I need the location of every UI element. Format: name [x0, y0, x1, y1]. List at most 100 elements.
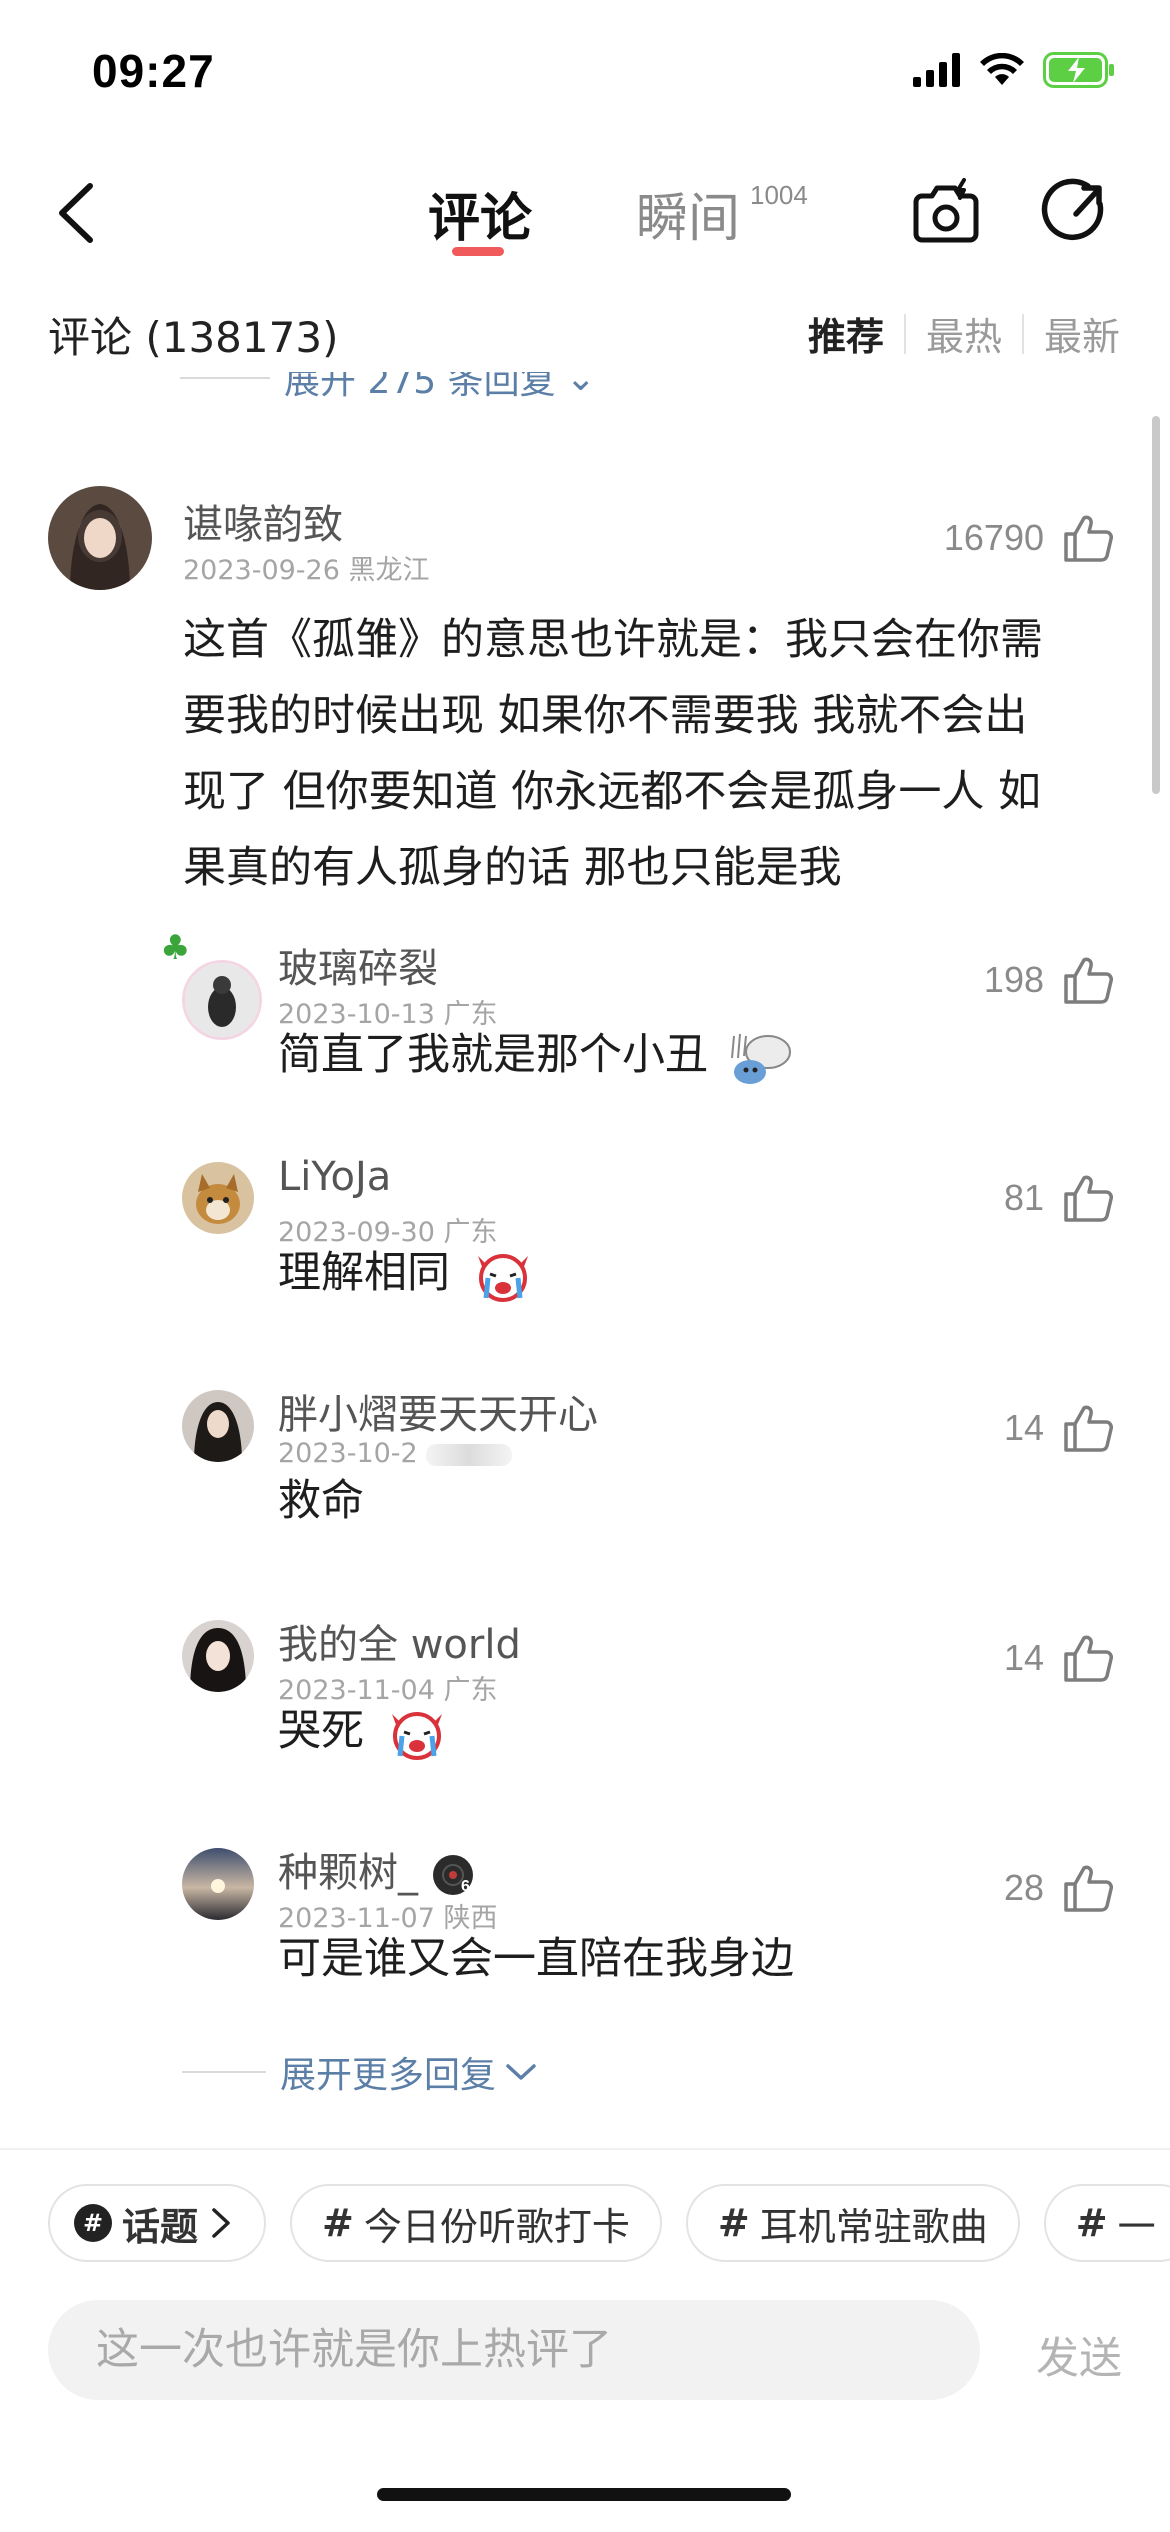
reply-text-content: 哭死 — [278, 1706, 364, 1756]
expand-rule — [180, 377, 270, 379]
like-count: 198 — [983, 959, 1044, 1000]
hashtag-icon: # — [1075, 2201, 1108, 2245]
like-button[interactable]: 14 — [1004, 1632, 1114, 1684]
reply-username[interactable]: 玻璃碎裂 — [278, 936, 438, 994]
status-time: 09:27 — [92, 45, 215, 97]
avatar[interactable] — [182, 1162, 254, 1234]
sort-options: 推荐 最热 最新 — [788, 306, 1120, 361]
avatar[interactable] — [182, 1390, 254, 1462]
comments-list[interactable]: 展开 275 条回复 ⌄ 谌喙韵致 2023-09-26 黑龙江 16790 这… — [0, 372, 1170, 2147]
blurred-location — [426, 1443, 513, 1466]
comment-input[interactable] — [48, 2300, 980, 2400]
like-button[interactable]: 14 — [1004, 1402, 1114, 1454]
topic-chip[interactable]: # 一 — [1043, 2184, 1170, 2262]
comment-input-row: 发送 — [48, 2300, 1122, 2400]
reply-username[interactable]: LiYoJa — [278, 1154, 391, 1200]
reply-text-content: 理解相同 — [278, 1248, 450, 1298]
avatar-image — [48, 486, 152, 590]
clover-icon: ♣ — [160, 928, 191, 968]
nav-bar: 评论 瞬间 1004 — [0, 150, 1170, 280]
reply-text-content: 简直了我就是那个小丑 — [278, 1030, 708, 1080]
avatar[interactable] — [48, 486, 152, 590]
topic-button[interactable]: # 话题 — [48, 2184, 267, 2262]
back-icon[interactable] — [48, 178, 108, 248]
topic-chip[interactable]: # 耳机常驻歌曲 — [685, 2184, 1020, 2262]
reply-text: 救命 — [278, 1476, 364, 1526]
sort-recommended[interactable]: 推荐 — [788, 306, 904, 361]
comment-text: 这首《孤雏》的意思也许就是：我只会在你需 要我的时候出现 如果你不需要我 我就不… — [183, 602, 1113, 906]
hashtag-icon: # — [74, 2204, 112, 2242]
chevron-down-icon: ⌄ — [565, 372, 596, 399]
expand-replies-link[interactable]: 展开 275 条回复 ⌄ — [180, 372, 596, 406]
reply-username[interactable]: 我的全 world — [278, 1612, 521, 1670]
rain-cloud-emoji — [730, 1033, 791, 1084]
topic-chip-label: 一 — [1117, 2204, 1156, 2249]
thumbs-up-icon — [1064, 957, 1113, 1004]
like-button[interactable]: 28 — [1004, 1862, 1114, 1914]
like-count: 28 — [1003, 1867, 1044, 1908]
comment-username[interactable]: 谌喙韵致 — [183, 492, 343, 550]
hashtag-icon: # — [322, 2201, 354, 2245]
topic-chip-label: 今日份听歌打卡 — [363, 2204, 630, 2249]
vinyl-badge-icon: 6 — [432, 1855, 473, 1895]
topic-chips: # 话题 # 今日份听歌打卡 # 耳机常驻歌曲 # 一 — [48, 2184, 1170, 2262]
reply-username[interactable]: 胖小熠要天天开心 — [278, 1382, 598, 1440]
topic-label: 话题 — [122, 2204, 199, 2249]
sort-newest[interactable]: 最新 — [1024, 306, 1120, 361]
avatar[interactable] — [182, 960, 262, 1040]
sort-hottest[interactable]: 最热 — [906, 306, 1022, 361]
crying-face-emoji — [477, 1253, 528, 1302]
comment-location: 黑龙江 — [348, 555, 430, 586]
like-count: 14 — [1003, 1407, 1044, 1448]
avatar[interactable] — [182, 1620, 254, 1692]
tab-moments-count: 1004 — [750, 180, 808, 210]
like-count: 81 — [1003, 1177, 1044, 1218]
like-count: 14 — [1003, 1637, 1044, 1678]
like-button[interactable]: 16790 — [944, 512, 1114, 564]
like-button[interactable]: 198 — [984, 954, 1114, 1006]
avatar-image — [182, 1390, 254, 1462]
comments-count-title: 评论 (138173) — [48, 313, 339, 362]
crying-face-emoji — [391, 1711, 442, 1760]
scrollbar-thumb[interactable] — [1152, 416, 1160, 794]
battery-icon — [1043, 52, 1114, 88]
reply-text: 哭死 — [278, 1696, 450, 1766]
tab-comments[interactable]: 评论 — [428, 176, 532, 251]
status-bar: 09:27 — [0, 0, 1170, 150]
expand-more-replies-link[interactable]: 展开更多回复 — [182, 2044, 538, 2100]
comment-date: 2023-09-26 — [183, 555, 340, 586]
chevron-down-icon — [506, 2064, 536, 2080]
reply-date: 2023-10-2 — [278, 1438, 418, 1469]
thumbs-up-icon — [1064, 515, 1113, 562]
comment-line: 这首《孤雏》的意思也许就是：我只会在你需 — [183, 615, 1043, 665]
comments-header: 评论 (138173) 推荐 最热 最新 — [48, 292, 1120, 372]
expand-rule — [182, 2071, 266, 2073]
camera-icon[interactable] — [908, 174, 984, 250]
send-button[interactable]: 发送 — [1036, 2324, 1122, 2386]
bottom-divider — [0, 2148, 1170, 2150]
reply-location: 广东 — [443, 1675, 498, 1706]
topic-chip[interactable]: # 今日份听歌打卡 — [290, 2184, 662, 2262]
expand-more-label: 展开更多回复 — [280, 2055, 497, 2096]
share-icon[interactable] — [1038, 174, 1114, 250]
chevron-right-icon — [212, 2208, 230, 2238]
status-icons — [913, 52, 1115, 88]
topic-chip-label: 耳机常驻歌曲 — [759, 2204, 988, 2249]
tab-indicator — [452, 247, 504, 256]
avatar-image — [185, 963, 259, 1037]
comment-meta: 2023-09-26 黑龙江 — [183, 548, 430, 587]
home-indicator[interactable] — [377, 2488, 791, 2501]
tab-moments[interactable]: 瞬间 — [636, 176, 740, 251]
like-button[interactable]: 81 — [1004, 1172, 1114, 1224]
avatar-image — [182, 1620, 254, 1692]
reply-meta: 2023-10-2 — [278, 1438, 513, 1469]
reply-text: 可是谁又会一直陪在我身边 — [278, 1934, 794, 1984]
reply-username[interactable]: 种颗树_ 6 — [278, 1840, 479, 1898]
avatar-image — [182, 1162, 254, 1234]
avatar[interactable] — [182, 1848, 254, 1920]
thumbs-up-icon — [1064, 1635, 1113, 1682]
expand-replies-label: 展开 275 条回复 — [284, 372, 556, 402]
thumbs-up-icon — [1064, 1175, 1113, 1222]
avatar-image — [182, 1848, 254, 1920]
comment-line: 要我的时候出现 如果你不需要我 我就不会出 — [183, 691, 1028, 741]
